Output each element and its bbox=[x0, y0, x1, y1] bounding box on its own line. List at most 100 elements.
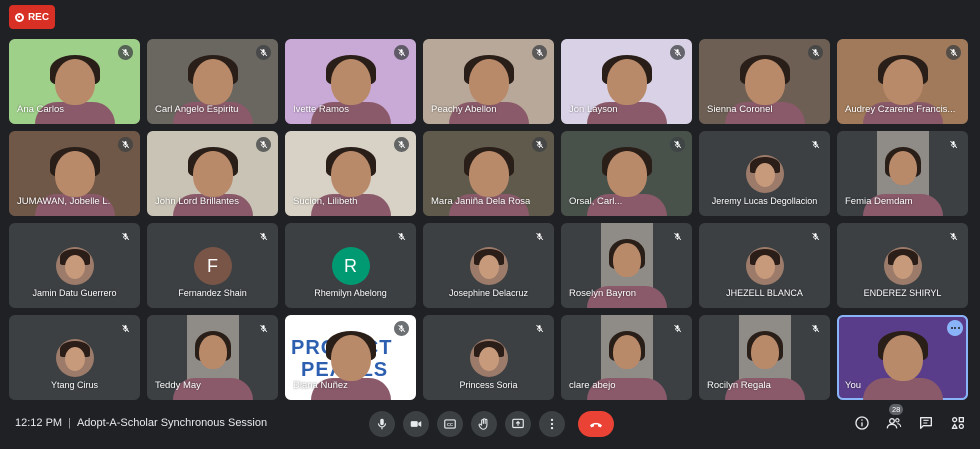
avatar-face bbox=[478, 347, 499, 371]
muted-mic-icon bbox=[394, 229, 409, 244]
participant-name: JUMAWAN, Jobelle L. bbox=[17, 196, 111, 207]
participant-name: Carl Angelo Espiritu bbox=[155, 104, 239, 115]
muted-mic-icon bbox=[946, 229, 961, 244]
participant-tile[interactable]: Peachy Abellon bbox=[423, 39, 554, 124]
participant-face bbox=[612, 335, 641, 370]
captions-button[interactable]: CC bbox=[437, 411, 463, 437]
participant-tile[interactable]: You bbox=[837, 315, 968, 400]
people-button[interactable]: 28 bbox=[884, 404, 904, 433]
hang-up-icon bbox=[590, 422, 602, 428]
participant-name: Diana Nuñez bbox=[293, 380, 348, 391]
muted-mic-icon bbox=[394, 137, 409, 152]
participant-tile[interactable]: JHEZELL BLANCA bbox=[699, 223, 830, 308]
participant-tile[interactable]: PROJECTPEARLSDiana Nuñez bbox=[285, 315, 416, 400]
muted-mic-icon bbox=[808, 321, 823, 336]
more-options-button[interactable] bbox=[539, 411, 565, 437]
participant-face bbox=[198, 335, 227, 370]
participant-tile[interactable]: Ivette Ramos bbox=[285, 39, 416, 124]
activities-icon bbox=[951, 417, 964, 429]
muted-mic-icon bbox=[808, 45, 823, 60]
participant-face bbox=[750, 335, 779, 370]
muted-mic-icon bbox=[532, 137, 547, 152]
captions-icon: CC bbox=[444, 419, 456, 429]
participant-face bbox=[192, 151, 233, 198]
present-button[interactable] bbox=[505, 411, 531, 437]
participant-tile[interactable]: Roselyn Bayron bbox=[561, 223, 692, 308]
meeting-title: Adopt-A-Scholar Synchronous Session bbox=[76, 417, 268, 429]
participant-tile[interactable]: Jamin Datu Guerrero bbox=[9, 223, 140, 308]
info-icon bbox=[855, 416, 869, 430]
participant-tile[interactable]: F Fernandez Shain bbox=[147, 223, 278, 308]
muted-mic-icon bbox=[532, 229, 547, 244]
participant-tile[interactable]: Princess Soria bbox=[423, 315, 554, 400]
participant-tile[interactable]: R Rhemilyn Abelong bbox=[285, 223, 416, 308]
participant-tile[interactable]: Jon Layson bbox=[561, 39, 692, 124]
call-controls: CC bbox=[369, 411, 614, 437]
avatar-face bbox=[64, 255, 85, 279]
participant-tile[interactable]: Sucion, Lilibeth bbox=[285, 131, 416, 216]
participant-name: Teddy May bbox=[155, 380, 201, 391]
avatar-face bbox=[64, 347, 85, 371]
activities-button[interactable] bbox=[948, 413, 968, 433]
chat-icon bbox=[920, 417, 932, 429]
current-time: 12:12 PM bbox=[15, 417, 63, 429]
participant-tile[interactable]: Jeremy Lucas Degollacion bbox=[699, 131, 830, 216]
svg-text:CC: CC bbox=[447, 422, 453, 427]
participant-tile[interactable]: JUMAWAN, Jobelle L. bbox=[9, 131, 140, 216]
avatar: F bbox=[193, 247, 232, 285]
participant-name: John Lord Brillantes bbox=[155, 196, 239, 207]
more-options-icon[interactable] bbox=[947, 320, 963, 336]
recording-indicator: REC bbox=[9, 5, 55, 29]
participant-name: Roselyn Bayron bbox=[569, 288, 637, 299]
participant-name: Rhemilyn Abelong bbox=[314, 288, 387, 298]
participant-name: Rocilyn Regala bbox=[707, 380, 771, 391]
participant-name: clare abejo bbox=[569, 380, 616, 391]
participant-name: ENDEREZ SHIRYL bbox=[863, 288, 942, 298]
participant-name: Jon Layson bbox=[569, 104, 618, 115]
participant-tile[interactable]: Orsal, Carl... bbox=[561, 131, 692, 216]
participant-name: Ana Carlos bbox=[17, 104, 64, 115]
participant-tile[interactable]: Sienna Coronel bbox=[699, 39, 830, 124]
hand-icon bbox=[478, 418, 488, 430]
participant-name: Ivette Ramos bbox=[293, 104, 349, 115]
muted-mic-icon bbox=[670, 137, 685, 152]
participant-face bbox=[54, 59, 95, 106]
camera-button[interactable] bbox=[403, 411, 429, 437]
muted-mic-icon bbox=[532, 321, 547, 336]
participant-tile[interactable]: Teddy May bbox=[147, 315, 278, 400]
participant-tile[interactable]: Ana Carlos bbox=[9, 39, 140, 124]
participant-tile[interactable]: Audrey Czarene Francis... bbox=[837, 39, 968, 124]
muted-mic-icon bbox=[946, 45, 961, 60]
participant-face bbox=[192, 59, 233, 106]
muted-mic-icon bbox=[256, 321, 271, 336]
participant-name: Princess Soria bbox=[459, 380, 518, 390]
participant-tile[interactable]: Femia Demdam bbox=[837, 131, 968, 216]
raise-hand-button[interactable] bbox=[471, 411, 497, 437]
end-call-button[interactable] bbox=[578, 411, 614, 437]
muted-mic-icon bbox=[670, 321, 685, 336]
microphone-button[interactable] bbox=[369, 411, 395, 437]
participant-tile[interactable]: Mara Janiña Dela Rosa bbox=[423, 131, 554, 216]
more-vert-icon bbox=[550, 418, 554, 430]
participant-name: Jeremy Lucas Degollacion bbox=[711, 196, 818, 206]
participant-name: Josephine Delacruz bbox=[448, 288, 529, 298]
participant-tile[interactable]: Carl Angelo Espiritu bbox=[147, 39, 278, 124]
muted-mic-icon bbox=[808, 137, 823, 152]
avatar-face bbox=[754, 255, 775, 279]
participant-tile[interactable]: Ytang Cirus bbox=[9, 315, 140, 400]
muted-mic-icon bbox=[118, 137, 133, 152]
participant-tile[interactable]: ENDEREZ SHIRYL bbox=[837, 223, 968, 308]
people-count-badge: 28 bbox=[889, 404, 904, 415]
bottom-bar: 12:12 PM | Adopt-A-Scholar Synchronous Ses… bbox=[0, 399, 980, 449]
participant-face bbox=[606, 59, 647, 106]
participant-tile[interactable]: clare abejo bbox=[561, 315, 692, 400]
separator: | bbox=[68, 417, 71, 429]
chat-button[interactable] bbox=[916, 413, 936, 433]
meeting-details-button[interactable] bbox=[852, 413, 872, 433]
participant-tile[interactable]: Rocilyn Regala bbox=[699, 315, 830, 400]
participant-name: Sienna Coronel bbox=[707, 104, 773, 115]
participant-body bbox=[862, 378, 943, 400]
muted-mic-icon bbox=[118, 229, 133, 244]
participant-tile[interactable]: Josephine Delacruz bbox=[423, 223, 554, 308]
participant-tile[interactable]: John Lord Brillantes bbox=[147, 131, 278, 216]
